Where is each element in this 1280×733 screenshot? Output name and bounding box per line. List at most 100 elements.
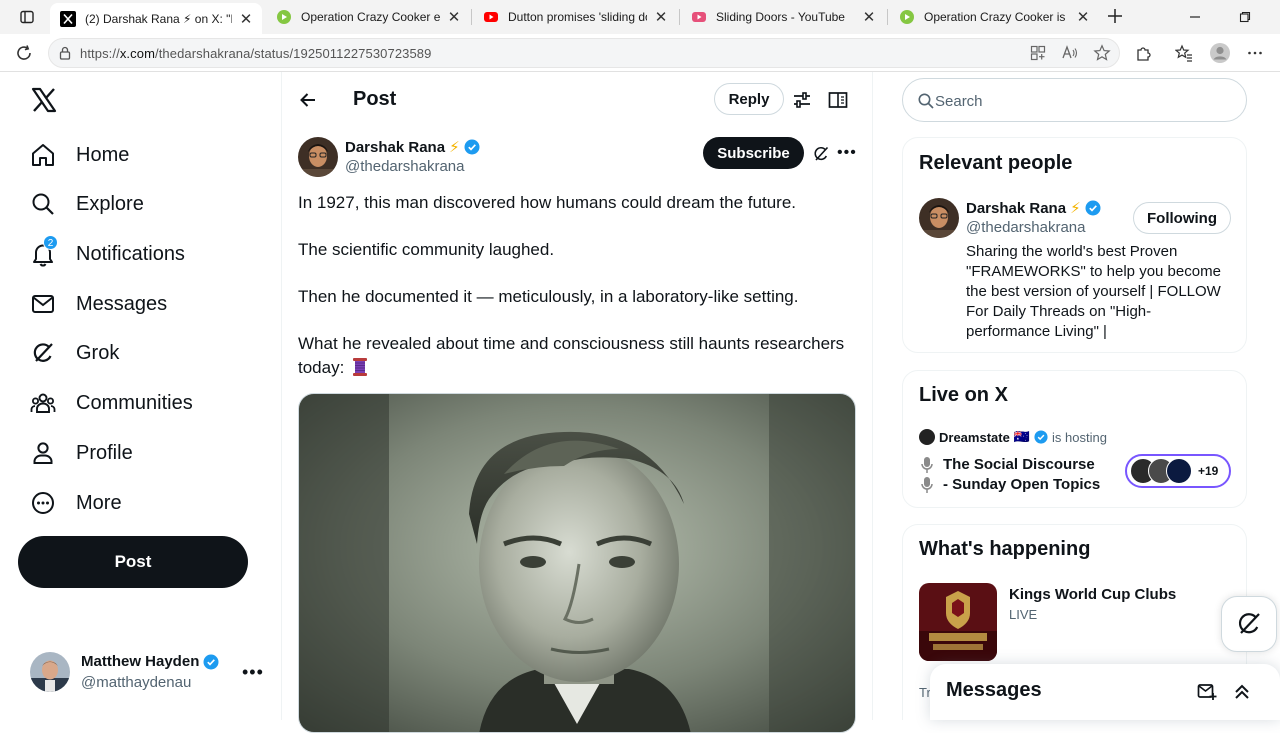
tweet-photo[interactable] (298, 393, 856, 733)
nav-grok-label: Grok (76, 341, 120, 364)
browser-menu-icon[interactable] (1246, 44, 1264, 62)
reader-view-icon[interactable] (828, 90, 848, 110)
refresh-icon[interactable] (14, 43, 34, 63)
nav-grok[interactable]: Grok (30, 333, 119, 373)
account-more-icon[interactable]: ••• (242, 662, 264, 683)
nav-communities-label: Communities (76, 391, 193, 414)
tweet-paragraph-last: What he revealed about time and consciou… (298, 334, 845, 377)
event-image[interactable] (919, 583, 997, 661)
x-logo-icon[interactable] (30, 86, 58, 114)
restore-icon[interactable] (1237, 9, 1253, 25)
grok-icon (1238, 613, 1260, 634)
app-available-icon[interactable] (1029, 44, 1047, 62)
search-icon (917, 92, 935, 110)
section-heading: Relevant people (919, 152, 1073, 174)
favorite-star-icon[interactable] (1093, 44, 1111, 62)
space-title[interactable]: The Social Discourse - Sunday Open Topic… (919, 455, 1100, 495)
following-button[interactable]: Following (1133, 202, 1231, 234)
communities-icon (30, 390, 56, 416)
back-arrow-icon[interactable] (298, 90, 318, 110)
new-tab-icon[interactable] (1104, 5, 1126, 27)
browser-tab[interactable]: Dutton promises 'sliding doo ✕ (473, 3, 677, 31)
tab-title: Dutton promises 'sliding doo (508, 10, 647, 24)
favorites-icon[interactable] (1175, 44, 1193, 62)
relevant-person-name[interactable]: Darshak Rana ⚡ (966, 199, 1101, 217)
post-more-icon[interactable]: ••• (837, 144, 857, 162)
tweet-paragraph: The scientific community laughed. (298, 240, 555, 259)
listener-avatar (1166, 458, 1192, 484)
nav-messages[interactable]: Messages (30, 284, 167, 324)
author-name[interactable]: Darshak Rana ⚡ (345, 138, 480, 156)
verified-badge-icon (464, 139, 480, 155)
account-avatar (30, 652, 70, 692)
close-icon[interactable]: ✕ (1075, 9, 1091, 26)
close-icon[interactable]: ✕ (653, 9, 669, 26)
tab-separator (887, 9, 888, 25)
expand-chevron-icon[interactable] (1232, 681, 1252, 701)
x-icon (60, 10, 76, 27)
verified-badge-icon (1085, 200, 1101, 216)
browser-tab[interactable]: Operation Crazy Cooker esca ✕ (266, 3, 470, 31)
tab-separator (679, 9, 680, 25)
minimize-icon[interactable] (1187, 9, 1203, 25)
nav-home[interactable]: Home (30, 135, 129, 175)
nav-communities[interactable]: Communities (30, 383, 193, 423)
more-circle-icon (30, 490, 56, 516)
grok-float-button[interactable] (1221, 596, 1277, 652)
search-input[interactable] (935, 90, 1225, 112)
relevant-person-handle[interactable]: @thedarshakrana (966, 219, 1085, 236)
notification-badge: 2 (43, 235, 58, 250)
address-bar[interactable]: https://x.com/thedarshakrana/status/1925… (48, 38, 1120, 68)
messages-drawer[interactable]: Messages (930, 664, 1280, 720)
thread-spool-icon (351, 357, 369, 377)
reply-button[interactable]: Reply (714, 83, 784, 115)
filter-sliders-icon[interactable] (792, 90, 812, 110)
author-avatar[interactable] (298, 137, 338, 177)
new-message-icon[interactable] (1197, 681, 1217, 701)
browser-tab-active[interactable]: (2) Darshak Rana ⚡ on X: "In ✕ (50, 3, 262, 34)
profile-avatar-icon[interactable] (1209, 42, 1231, 64)
close-icon[interactable]: ✕ (238, 11, 254, 28)
host-name: Dreamstate (939, 429, 1010, 445)
nav-notifications[interactable]: 2 Notifications (30, 234, 185, 274)
bell-icon: 2 (30, 235, 58, 267)
browser-tab[interactable]: Sliding Doors - YouTube ✕ (681, 3, 885, 31)
site-info-icon[interactable] (57, 45, 73, 61)
search-box[interactable] (902, 78, 1247, 122)
tab-title: Sliding Doors - YouTube (716, 10, 845, 24)
verified-badge-icon (203, 654, 219, 669)
read-aloud-icon[interactable] (1061, 44, 1079, 62)
envelope-icon (30, 291, 56, 317)
messages-drawer-title: Messages (946, 679, 1042, 701)
nav-more[interactable]: More (30, 483, 122, 523)
close-icon[interactable]: ✕ (861, 9, 877, 26)
grok-explain-icon[interactable] (812, 145, 830, 163)
url-text: https://x.com/thedarshakrana/status/1925… (80, 46, 432, 61)
account-handle: @matthaydenau (81, 674, 192, 691)
nav-profile[interactable]: Profile (30, 433, 133, 473)
verified-badge-icon (1034, 430, 1048, 444)
nav-home-label: Home (76, 143, 130, 166)
relevant-person-avatar[interactable] (919, 198, 959, 238)
close-icon[interactable]: ✕ (446, 9, 462, 26)
account-switcher[interactable]: Matthew Hayden @matthaydenau ••• (30, 650, 270, 694)
hosting-label: is hosting (1052, 429, 1107, 445)
event-title[interactable]: Kings World Cup Clubs (1009, 586, 1176, 603)
extensions-icon[interactable] (1135, 44, 1153, 62)
live-host[interactable]: Dreamstate 🇦🇺 is hosting (919, 429, 1107, 445)
tab-actions-icon[interactable] (8, 6, 46, 28)
author-handle[interactable]: @thedarshakrana (345, 158, 464, 175)
search-icon (30, 191, 56, 217)
tab-title: Operation Crazy Cooker is a (924, 10, 1069, 24)
tweet-paragraph: In 1927, this man discovered how humans … (298, 193, 797, 212)
column-divider (281, 72, 282, 720)
post-button[interactable]: Post (18, 536, 248, 588)
browser-tab[interactable]: Operation Crazy Cooker is a ✕ (889, 3, 1099, 31)
nav-notifications-label: Notifications (76, 242, 185, 265)
nav-explore[interactable]: Explore (30, 184, 144, 224)
relevant-people-card: Relevant people Darshak Rana ⚡ @thedarsh… (902, 137, 1247, 353)
nav-profile-label: Profile (76, 441, 133, 464)
subscribe-button[interactable]: Subscribe (703, 137, 804, 169)
rumble-icon (276, 9, 292, 25)
space-listeners[interactable]: +19 (1125, 454, 1231, 488)
